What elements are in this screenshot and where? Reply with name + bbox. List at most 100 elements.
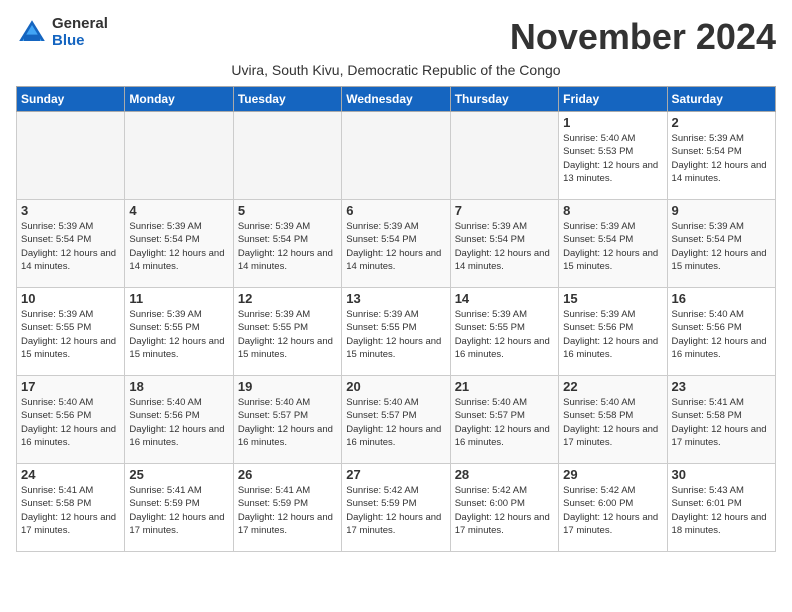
- calendar-cell: 3 Sunrise: 5:39 AM Sunset: 5:54 PM Daylig…: [17, 200, 125, 288]
- day-info: Sunrise: 5:39 AM Sunset: 5:54 PM Dayligh…: [21, 220, 120, 273]
- calendar-cell: 27 Sunrise: 5:42 AM Sunset: 5:59 PM Dayli…: [342, 464, 450, 552]
- day-number: 25: [129, 467, 228, 482]
- day-number: 16: [672, 291, 771, 306]
- calendar-cell: 23 Sunrise: 5:41 AM Sunset: 5:58 PM Dayli…: [667, 376, 775, 464]
- day-info: Sunrise: 5:41 AM Sunset: 5:59 PM Dayligh…: [129, 484, 228, 537]
- calendar-cell: 2 Sunrise: 5:39 AM Sunset: 5:54 PM Daylig…: [667, 112, 775, 200]
- calendar-cell: 8Sunrise: 5:39 AM Sunset: 5:54 PM Daylig…: [559, 200, 667, 288]
- calendar-cell: 30Sunrise: 5:43 AM Sunset: 6:01 PM Dayli…: [667, 464, 775, 552]
- calendar-day-header: Wednesday: [342, 87, 450, 112]
- day-number: 19: [238, 379, 337, 394]
- day-number: 22: [563, 379, 662, 394]
- calendar-day-header: Tuesday: [233, 87, 341, 112]
- day-info: Sunrise: 5:40 AM Sunset: 5:58 PM Dayligh…: [563, 396, 662, 449]
- day-number: 20: [346, 379, 445, 394]
- day-number: 17: [21, 379, 120, 394]
- day-info: Sunrise: 5:39 AM Sunset: 5:54 PM Dayligh…: [672, 132, 771, 185]
- day-info: Sunrise: 5:42 AM Sunset: 5:59 PM Dayligh…: [346, 484, 445, 537]
- day-number: 14: [455, 291, 554, 306]
- logo: General Blue: [16, 16, 108, 49]
- calendar-cell: 13Sunrise: 5:39 AM Sunset: 5:55 PM Dayli…: [342, 288, 450, 376]
- calendar-week-row: 3 Sunrise: 5:39 AM Sunset: 5:54 PM Daylig…: [17, 200, 776, 288]
- day-info: Sunrise: 5:41 AM Sunset: 5:58 PM Dayligh…: [21, 484, 120, 537]
- calendar-cell: 4Sunrise: 5:39 AM Sunset: 5:54 PM Daylig…: [125, 200, 233, 288]
- day-info: Sunrise: 5:39 AM Sunset: 5:54 PM Dayligh…: [672, 220, 771, 273]
- day-info: Sunrise: 5:39 AM Sunset: 5:54 PM Dayligh…: [563, 220, 662, 273]
- calendar-cell: 11Sunrise: 5:39 AM Sunset: 5:55 PM Dayli…: [125, 288, 233, 376]
- calendar-cell: [450, 112, 558, 200]
- calendar-day-header: Monday: [125, 87, 233, 112]
- calendar-cell: 10 Sunrise: 5:39 AM Sunset: 5:55 PM Dayli…: [17, 288, 125, 376]
- day-number: 3: [21, 203, 120, 218]
- calendar-cell: 26 Sunrise: 5:41 AM Sunset: 5:59 PM Dayli…: [233, 464, 341, 552]
- calendar-cell: 17Sunrise: 5:40 AM Sunset: 5:56 PM Dayli…: [17, 376, 125, 464]
- day-number: 27: [346, 467, 445, 482]
- calendar-day-header: Sunday: [17, 87, 125, 112]
- calendar-day-header: Thursday: [450, 87, 558, 112]
- calendar-cell: 19 Sunrise: 5:40 AM Sunset: 5:57 PM Dayli…: [233, 376, 341, 464]
- day-info: Sunrise: 5:40 AM Sunset: 5:56 PM Dayligh…: [129, 396, 228, 449]
- header: General Blue November 2024: [16, 16, 776, 58]
- calendar-cell: 21Sunrise: 5:40 AM Sunset: 5:57 PM Dayli…: [450, 376, 558, 464]
- day-info: Sunrise: 5:39 AM Sunset: 5:55 PM Dayligh…: [346, 308, 445, 361]
- day-info: Sunrise: 5:41 AM Sunset: 5:59 PM Dayligh…: [238, 484, 337, 537]
- day-info: Sunrise: 5:42 AM Sunset: 6:00 PM Dayligh…: [455, 484, 554, 537]
- calendar-cell: 7 Sunrise: 5:39 AM Sunset: 5:54 PM Daylig…: [450, 200, 558, 288]
- day-info: Sunrise: 5:41 AM Sunset: 5:58 PM Dayligh…: [672, 396, 771, 449]
- day-number: 6: [346, 203, 445, 218]
- day-number: 15: [563, 291, 662, 306]
- day-info: Sunrise: 5:40 AM Sunset: 5:53 PM Dayligh…: [563, 132, 662, 185]
- day-number: 7: [455, 203, 554, 218]
- calendar-cell: 18 Sunrise: 5:40 AM Sunset: 5:56 PM Dayli…: [125, 376, 233, 464]
- day-info: Sunrise: 5:40 AM Sunset: 5:57 PM Dayligh…: [346, 396, 445, 449]
- day-number: 24: [21, 467, 120, 482]
- day-number: 29: [563, 467, 662, 482]
- day-number: 9: [672, 203, 771, 218]
- day-number: 2: [672, 115, 771, 130]
- calendar-day-header: Friday: [559, 87, 667, 112]
- calendar-cell: 22 Sunrise: 5:40 AM Sunset: 5:58 PM Dayli…: [559, 376, 667, 464]
- calendar-cell: 9 Sunrise: 5:39 AM Sunset: 5:54 PM Daylig…: [667, 200, 775, 288]
- day-number: 12: [238, 291, 337, 306]
- logo-text: General Blue: [52, 16, 108, 49]
- calendar-cell: 14 Sunrise: 5:39 AM Sunset: 5:55 PM Dayli…: [450, 288, 558, 376]
- calendar-cell: 29 Sunrise: 5:42 AM Sunset: 6:00 PM Dayli…: [559, 464, 667, 552]
- calendar-cell: 25 Sunrise: 5:41 AM Sunset: 5:59 PM Dayli…: [125, 464, 233, 552]
- calendar-cell: [17, 112, 125, 200]
- day-number: 1: [563, 115, 662, 130]
- day-info: Sunrise: 5:39 AM Sunset: 5:55 PM Dayligh…: [238, 308, 337, 361]
- subtitle: Uvira, South Kivu, Democratic Republic o…: [16, 62, 776, 78]
- calendar-cell: [342, 112, 450, 200]
- day-info: Sunrise: 5:39 AM Sunset: 5:54 PM Dayligh…: [455, 220, 554, 273]
- day-info: Sunrise: 5:39 AM Sunset: 5:55 PM Dayligh…: [455, 308, 554, 361]
- day-info: Sunrise: 5:39 AM Sunset: 5:56 PM Dayligh…: [563, 308, 662, 361]
- logo-general: General: [52, 16, 108, 33]
- logo-icon: [16, 17, 48, 49]
- day-info: Sunrise: 5:42 AM Sunset: 6:00 PM Dayligh…: [563, 484, 662, 537]
- calendar-week-row: 17 Sunrise: 5:40 AM Sunset: 5:56 PM Dayli…: [17, 376, 776, 464]
- calendar-cell: 16 Sunrise: 5:40 AM Sunset: 5:56 PM Dayli…: [667, 288, 775, 376]
- day-info: Sunrise: 5:39 AM Sunset: 5:54 PM Dayligh…: [238, 220, 337, 273]
- day-number: 5: [238, 203, 337, 218]
- calendar-header-row: SundayMondayTuesdayWednesdayThursdayFrid…: [17, 87, 776, 112]
- day-number: 4: [129, 203, 228, 218]
- day-number: 26: [238, 467, 337, 482]
- calendar-table: SundayMondayTuesdayWednesdayThursdayFrid…: [16, 86, 776, 552]
- day-number: 23: [672, 379, 771, 394]
- calendar-cell: [233, 112, 341, 200]
- day-info: Sunrise: 5:40 AM Sunset: 5:57 PM Dayligh…: [238, 396, 337, 449]
- calendar-cell: 1 Sunrise: 5:40 AM Sunset: 5:53 PM Daylig…: [559, 112, 667, 200]
- day-number: 21: [455, 379, 554, 394]
- day-number: 10: [21, 291, 120, 306]
- day-info: Sunrise: 5:40 AM Sunset: 5:56 PM Dayligh…: [672, 308, 771, 361]
- calendar-cell: 24 Sunrise: 5:41 AM Sunset: 5:58 PM Dayli…: [17, 464, 125, 552]
- calendar-week-row: 24 Sunrise: 5:41 AM Sunset: 5:58 PM Dayli…: [17, 464, 776, 552]
- calendar-cell: 20 Sunrise: 5:40 AM Sunset: 5:57 PM Dayli…: [342, 376, 450, 464]
- day-number: 18: [129, 379, 228, 394]
- calendar-cell: 5 Sunrise: 5:39 AM Sunset: 5:54 PM Daylig…: [233, 200, 341, 288]
- day-info: Sunrise: 5:39 AM Sunset: 5:55 PM Dayligh…: [129, 308, 228, 361]
- month-title: November 2024: [510, 16, 776, 58]
- day-info: Sunrise: 5:39 AM Sunset: 5:55 PM Dayligh…: [21, 308, 120, 361]
- logo-blue: Blue: [52, 33, 108, 50]
- day-number: 28: [455, 467, 554, 482]
